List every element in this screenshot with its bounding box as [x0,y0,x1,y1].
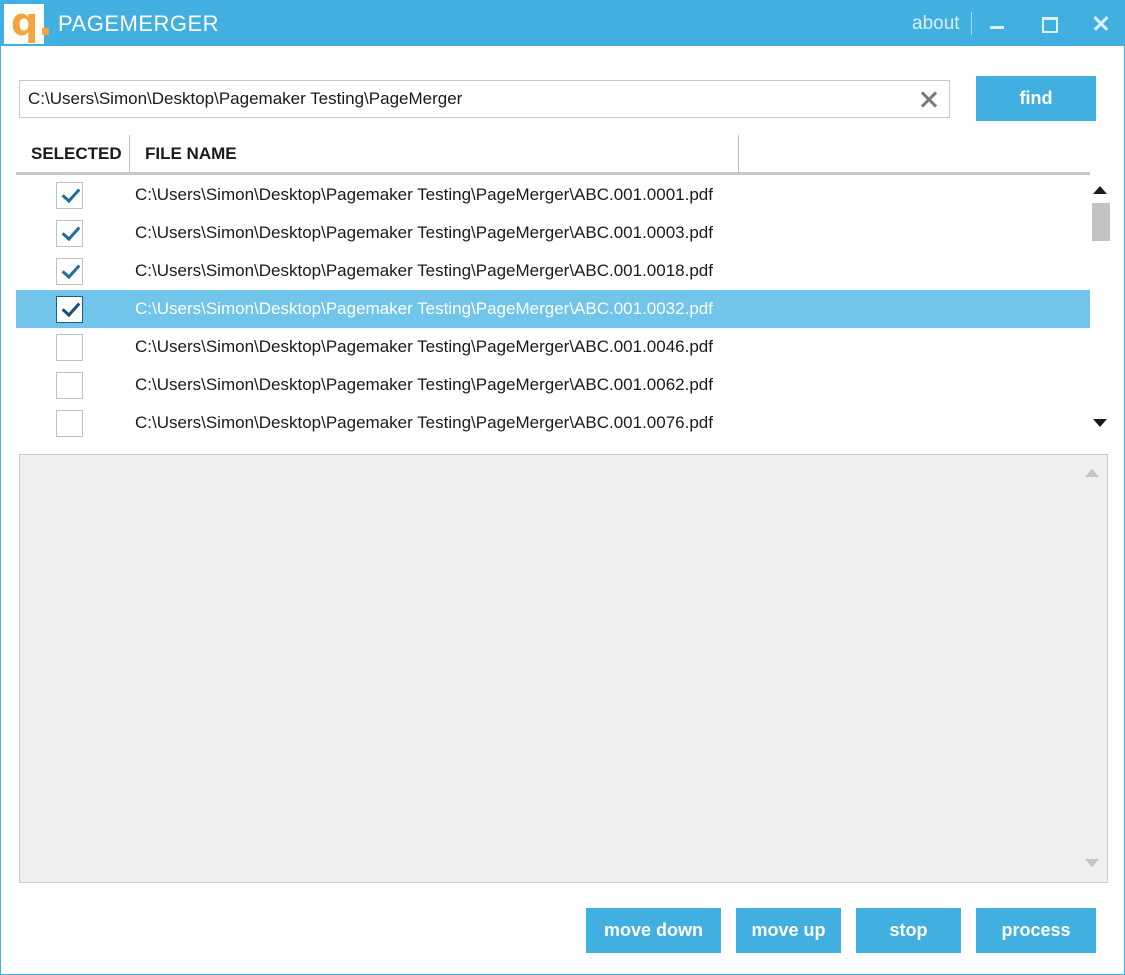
file-name: C:\Users\Simon\Desktop\Pagemaker Testing… [135,299,713,318]
scroll-up-icon[interactable] [1093,186,1107,194]
check-icon [61,259,81,280]
row-checkbox[interactable] [56,372,83,399]
table-header: SELECTED FILE NAME [16,135,1090,175]
logo-glyph: q. [11,0,53,44]
log-output-area[interactable] [19,454,1108,883]
path-field[interactable] [19,80,950,118]
file-name: C:\Users\Simon\Desktop\Pagemaker Testing… [135,413,713,432]
row-checkbox[interactable] [56,410,83,437]
table-row[interactable]: C:\Users\Simon\Desktop\Pagemaker Testing… [16,366,1090,404]
file-list: C:\Users\Simon\Desktop\Pagemaker Testing… [16,176,1090,438]
check-icon [61,183,81,204]
column-header-file-name[interactable]: FILE NAME [145,144,237,164]
about-link[interactable]: about [912,13,960,35]
column-divider[interactable] [738,135,739,172]
maximize-icon[interactable] [1034,9,1064,39]
table-row[interactable]: C:\Users\Simon\Desktop\Pagemaker Testing… [16,176,1090,214]
minimize-icon[interactable] [983,9,1013,39]
table-row[interactable]: C:\Users\Simon\Desktop\Pagemaker Testing… [16,214,1090,252]
row-checkbox[interactable] [56,296,83,323]
app-logo-icon: q. [4,0,53,44]
stop-button[interactable]: stop [856,908,961,953]
column-header-selected[interactable]: SELECTED [31,144,122,164]
file-name: C:\Users\Simon\Desktop\Pagemaker Testing… [135,185,713,204]
find-button[interactable]: find [976,76,1096,121]
log-scroll-up-icon[interactable] [1085,469,1099,477]
table-row-selected[interactable]: C:\Users\Simon\Desktop\Pagemaker Testing… [16,290,1090,328]
file-name: C:\Users\Simon\Desktop\Pagemaker Testing… [135,375,713,394]
log-scroll-down-icon[interactable] [1085,859,1099,867]
app-title: PAGEMERGER [58,11,220,36]
clear-path-icon[interactable] [918,89,940,111]
move-up-button[interactable]: move up [736,908,841,953]
process-button[interactable]: process [976,908,1096,953]
app-window: q. PAGEMERGER about find SELECTED FILE N… [0,0,1125,975]
title-bar[interactable]: q. PAGEMERGER about [1,0,1124,46]
check-icon [61,297,81,318]
path-input[interactable] [28,81,908,117]
file-name: C:\Users\Simon\Desktop\Pagemaker Testing… [135,261,713,280]
row-checkbox[interactable] [56,220,83,247]
scroll-down-icon[interactable] [1093,419,1107,427]
table-row[interactable]: C:\Users\Simon\Desktop\Pagemaker Testing… [16,404,1090,438]
file-name: C:\Users\Simon\Desktop\Pagemaker Testing… [135,337,713,356]
close-icon[interactable] [1086,9,1116,39]
table-row[interactable]: C:\Users\Simon\Desktop\Pagemaker Testing… [16,328,1090,366]
row-checkbox[interactable] [56,334,83,361]
scrollbar-thumb[interactable] [1092,203,1110,241]
file-name: C:\Users\Simon\Desktop\Pagemaker Testing… [135,223,713,242]
titlebar-divider [971,12,972,35]
row-checkbox[interactable] [56,182,83,209]
column-divider[interactable] [129,135,130,172]
move-down-button[interactable]: move down [586,908,721,953]
table-row[interactable]: C:\Users\Simon\Desktop\Pagemaker Testing… [16,252,1090,290]
check-icon [61,221,81,242]
row-checkbox[interactable] [56,258,83,285]
